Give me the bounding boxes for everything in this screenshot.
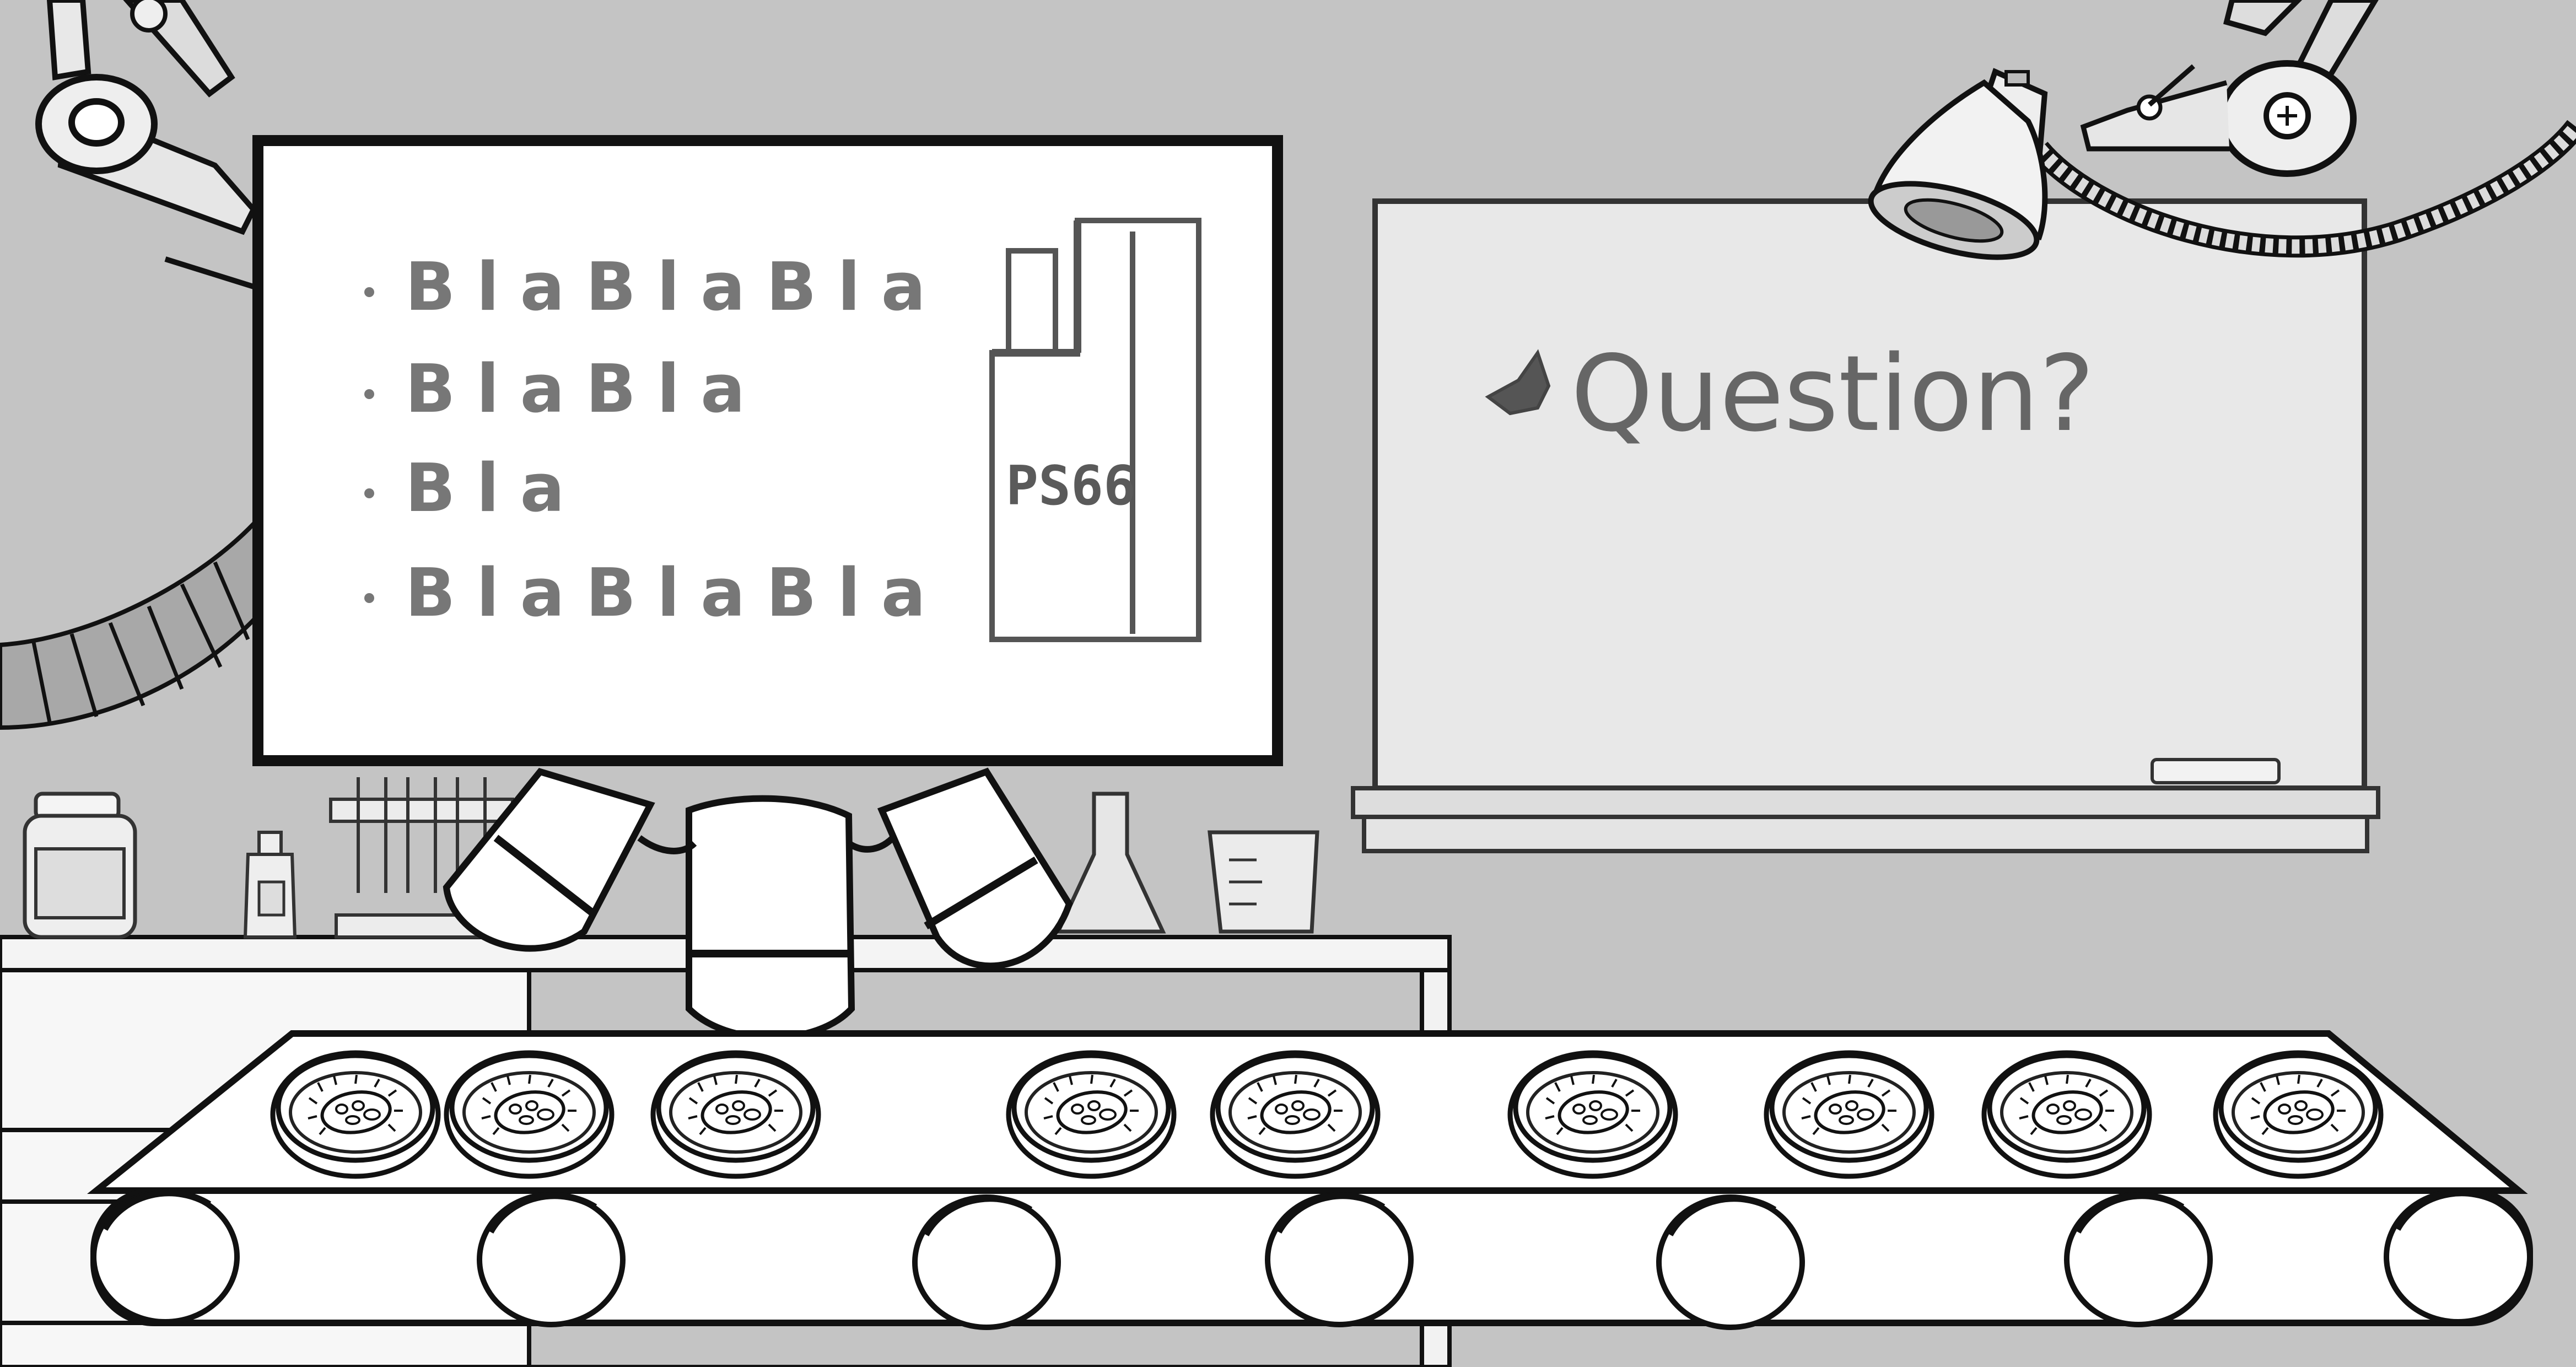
book-label: PS66 [1006, 455, 1136, 518]
screen-bullet-3: Bla [405, 450, 586, 527]
scene-illustration: BlaBlaBla BlaBla Bla BlaBlaBla PS66 Ques… [0, 0, 2576, 1367]
whiteboard-question: Question? [1571, 333, 2095, 455]
presentation-screen: BlaBlaBla BlaBla Bla BlaBlaBla PS66 [252, 135, 1283, 766]
screen-bullet-1: BlaBlaBla [405, 249, 947, 326]
screen-bullet-2: BlaBla [405, 351, 766, 428]
petri-dishes [273, 1053, 2381, 1176]
whiteboard: Question? [1351, 198, 2380, 853]
book-sketch: PS66 [989, 218, 1201, 642]
screen-bullet-4: BlaBlaBla [405, 555, 947, 632]
lab-scene: BlaBlaBla BlaBla Bla BlaBlaBla PS66 Ques… [0, 0, 2576, 1367]
